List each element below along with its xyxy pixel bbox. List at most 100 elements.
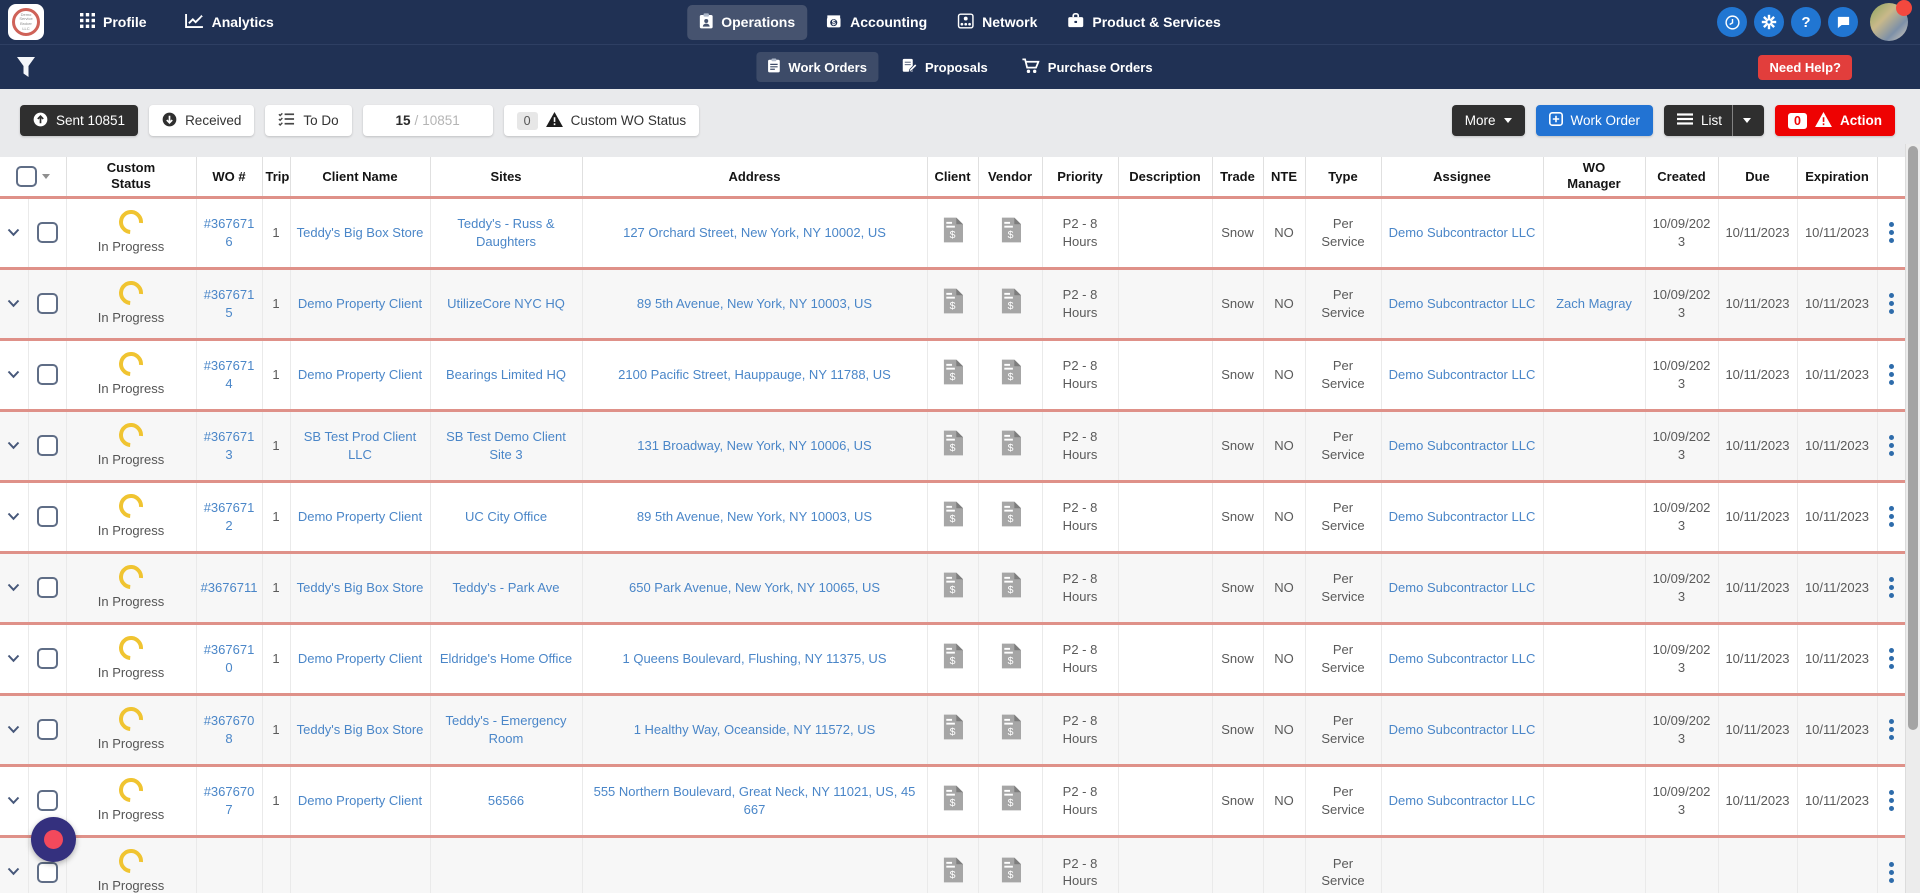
site-link[interactable]: SB Test Demo Client Site 3 <box>446 429 566 462</box>
wo-link[interactable]: #3676708 <box>204 713 255 746</box>
client-invoice-icon[interactable]: $ <box>942 871 963 886</box>
sent-button[interactable]: Sent 10851 <box>20 105 138 136</box>
tab-proposals[interactable]: Proposals <box>890 52 999 82</box>
chevron-down-icon[interactable] <box>7 793 20 808</box>
chevron-down-icon[interactable] <box>7 722 20 737</box>
column-header-custom_status[interactable]: Custom Status <box>66 157 196 197</box>
column-header-trip[interactable]: Trip <box>262 157 290 197</box>
site-link[interactable]: 56566 <box>488 793 524 808</box>
address-link[interactable]: 555 Northern Boulevard, Great Neck, NY 1… <box>594 784 916 817</box>
notifications-float-button[interactable] <box>31 817 76 862</box>
row-checkbox[interactable] <box>37 790 58 811</box>
client_name-link[interactable]: Demo Property Client <box>298 296 422 311</box>
assignee-link[interactable]: Demo Subcontractor LLC <box>1389 296 1536 311</box>
row-menu-icon[interactable] <box>1882 364 1902 385</box>
nav-item-product-services[interactable]: Product & Services <box>1055 5 1232 39</box>
wo-link[interactable]: #3676716 <box>204 216 255 249</box>
column-header-created[interactable]: Created <box>1645 157 1718 197</box>
site-link[interactable]: Teddy's - Park Ave <box>452 580 559 595</box>
row-menu-icon[interactable] <box>1882 648 1902 669</box>
chevron-down-icon[interactable] <box>7 580 20 595</box>
company-logo[interactable]: Demo Service Broker LLC <box>8 4 44 40</box>
client_name-link[interactable]: Demo Property Client <box>298 509 422 524</box>
address-link[interactable]: 127 Orchard Street, New York, NY 10002, … <box>623 225 886 240</box>
row-menu-icon[interactable] <box>1882 790 1902 811</box>
vendor-invoice-icon[interactable]: $ <box>1000 728 1021 743</box>
site-link[interactable]: Eldridge's Home Office <box>440 651 572 666</box>
client_name-link[interactable]: Demo Property Client <box>298 367 422 382</box>
assignee-link[interactable]: Demo Subcontractor LLC <box>1389 580 1536 595</box>
row-menu-icon[interactable] <box>1882 577 1902 598</box>
client-invoice-icon[interactable]: $ <box>942 373 963 388</box>
nav-item-network[interactable]: Network <box>945 5 1049 40</box>
select-all-caret-icon[interactable] <box>42 174 50 179</box>
received-button[interactable]: Received <box>149 105 254 136</box>
column-header-trade[interactable]: Trade <box>1212 157 1263 197</box>
client-invoice-icon[interactable]: $ <box>942 444 963 459</box>
address-link[interactable]: 650 Park Avenue, New York, NY 10065, US <box>629 580 880 595</box>
assignee-link[interactable]: Demo Subcontractor LLC <box>1389 793 1536 808</box>
vendor-invoice-icon[interactable]: $ <box>1000 444 1021 459</box>
site-link[interactable]: Teddy's - Emergency Room <box>446 713 567 746</box>
clock-button[interactable] <box>1717 7 1747 37</box>
row-menu-icon[interactable] <box>1882 293 1902 314</box>
site-link[interactable]: Teddy's - Russ & Daughters <box>457 216 554 249</box>
wo-link[interactable]: #3676707 <box>204 784 255 817</box>
vendor-invoice-icon[interactable]: $ <box>1000 302 1021 317</box>
nav-item-operations[interactable]: Operations <box>687 5 807 40</box>
row-menu-icon[interactable] <box>1882 506 1902 527</box>
assignee-link[interactable]: Demo Subcontractor LLC <box>1389 651 1536 666</box>
wo-link[interactable]: #3676715 <box>204 287 255 320</box>
vendor-invoice-icon[interactable]: $ <box>1000 231 1021 246</box>
assignee-link[interactable]: Demo Subcontractor LLC <box>1389 722 1536 737</box>
row-checkbox[interactable] <box>37 435 58 456</box>
chevron-down-icon[interactable] <box>7 509 20 524</box>
assignee-link[interactable]: Demo Subcontractor LLC <box>1389 438 1536 453</box>
address-link[interactable]: 131 Broadway, New York, NY 10006, US <box>637 438 871 453</box>
address-link[interactable]: 89 5th Avenue, New York, NY 10003, US <box>637 296 872 311</box>
action-button[interactable]: 0 Action <box>1775 105 1895 136</box>
vendor-invoice-icon[interactable]: $ <box>1000 586 1021 601</box>
row-checkbox[interactable] <box>37 719 58 740</box>
client_name-link[interactable]: Teddy's Big Box Store <box>297 580 424 595</box>
tab-purchase-orders[interactable]: Purchase Orders <box>1011 52 1164 83</box>
client-invoice-icon[interactable]: $ <box>942 302 963 317</box>
chevron-down-icon[interactable] <box>1743 118 1751 123</box>
chat-button[interactable] <box>1828 7 1858 37</box>
wo_manager-link[interactable]: Zach Magray <box>1556 296 1632 311</box>
column-header-nte[interactable]: NTE <box>1263 157 1305 197</box>
address-link[interactable]: 2100 Pacific Street, Hauppauge, NY 11788… <box>618 367 891 382</box>
address-link[interactable]: 89 5th Avenue, New York, NY 10003, US <box>637 509 872 524</box>
column-header-site[interactable]: Sites <box>430 157 582 197</box>
assignee-link[interactable]: Demo Subcontractor LLC <box>1389 367 1536 382</box>
client_name-link[interactable]: SB Test Prod Client LLC <box>304 429 416 462</box>
address-link[interactable]: 1 Queens Boulevard, Flushing, NY 11375, … <box>622 651 886 666</box>
client-invoice-icon[interactable]: $ <box>942 515 963 530</box>
row-checkbox[interactable] <box>37 862 58 883</box>
column-header-priority[interactable]: Priority <box>1042 157 1118 197</box>
column-header-vendor_doc[interactable]: Vendor <box>978 157 1042 197</box>
vendor-invoice-icon[interactable]: $ <box>1000 515 1021 530</box>
need-help-button[interactable]: Need Help? <box>1758 55 1852 80</box>
row-menu-icon[interactable] <box>1882 222 1902 243</box>
filter-funnel-icon[interactable] <box>17 57 35 77</box>
wo-link[interactable]: #3676710 <box>204 642 255 675</box>
assignee-link[interactable]: Demo Subcontractor LLC <box>1389 509 1536 524</box>
site-link[interactable]: Bearings Limited HQ <box>446 367 566 382</box>
client-invoice-icon[interactable]: $ <box>942 657 963 672</box>
column-header-wo_manager[interactable]: WO Manager <box>1543 157 1645 197</box>
row-checkbox[interactable] <box>37 293 58 314</box>
nav-item-profile[interactable]: Profile <box>68 5 159 39</box>
chevron-down-icon[interactable] <box>7 367 20 382</box>
row-checkbox[interactable] <box>37 364 58 385</box>
client_name-link[interactable]: Demo Property Client <box>298 651 422 666</box>
chevron-down-icon[interactable] <box>7 864 20 879</box>
wo-link[interactable]: #3676713 <box>204 429 255 462</box>
row-checkbox[interactable] <box>37 577 58 598</box>
wo-link[interactable]: #3676714 <box>204 358 255 391</box>
help-button[interactable]: ? <box>1791 7 1821 37</box>
vendor-invoice-icon[interactable]: $ <box>1000 799 1021 814</box>
client-invoice-icon[interactable]: $ <box>942 231 963 246</box>
row-checkbox[interactable] <box>37 648 58 669</box>
client_name-link[interactable]: Teddy's Big Box Store <box>297 722 424 737</box>
